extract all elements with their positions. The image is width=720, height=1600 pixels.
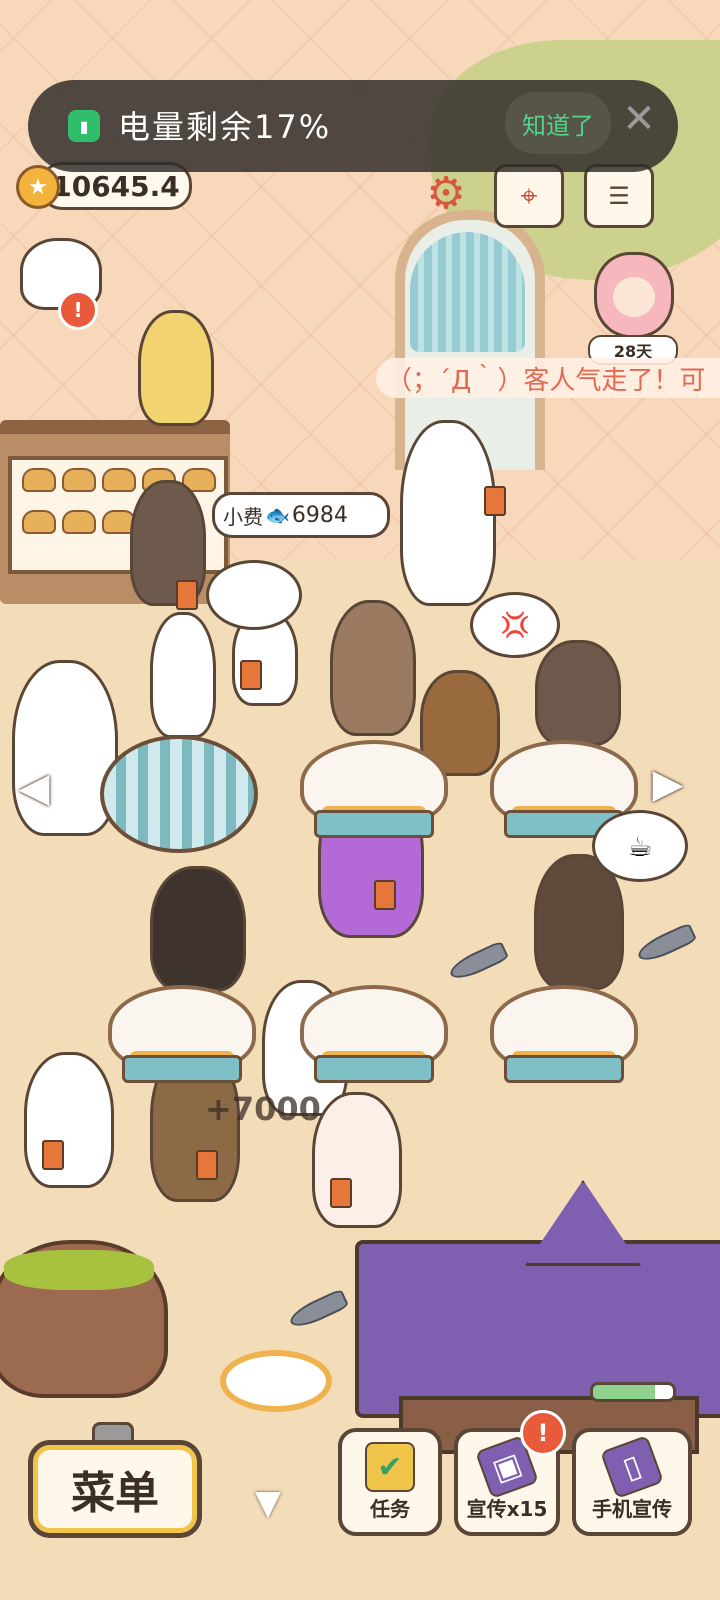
empty-plate[interactable] bbox=[220, 1350, 332, 1412]
cafe-table[interactable] bbox=[108, 985, 256, 1083]
badger-customer[interactable] bbox=[400, 420, 496, 606]
customer-phone-card bbox=[196, 1150, 218, 1180]
scroll-left-arrow-icon[interactable]: ◀ bbox=[18, 760, 50, 816]
pastry bbox=[62, 510, 96, 534]
tip-bubble[interactable]: 小费 🐟 6984 bbox=[212, 492, 390, 538]
fish-icon: 🐟 bbox=[265, 503, 290, 527]
helper-girl-avatar[interactable] bbox=[594, 252, 674, 338]
cafe-scene[interactable]: ! 💢 ☕ bbox=[0, 0, 720, 1600]
menu-button-label: 菜单 bbox=[71, 1468, 159, 1519]
phone-promo-progress-bar bbox=[590, 1382, 676, 1402]
order-bubble-pizza[interactable] bbox=[206, 560, 302, 630]
close-icon[interactable]: ✕ bbox=[612, 92, 666, 146]
goose-customer[interactable] bbox=[150, 612, 216, 738]
order-bubble-coffee[interactable]: ☕ bbox=[592, 810, 688, 882]
customer-phone-card bbox=[484, 486, 506, 516]
customer-phone-card bbox=[176, 580, 198, 610]
tip-label: 小费 bbox=[223, 504, 263, 529]
hedgehog-customer[interactable] bbox=[535, 640, 621, 746]
promo-button-label: 宣传x15 bbox=[466, 1497, 548, 1521]
settings-gear-icon[interactable]: ⚙ bbox=[414, 164, 478, 222]
collapse-chevron-icon[interactable]: ▼ bbox=[240, 1483, 296, 1523]
customer-phone-card bbox=[330, 1178, 352, 1208]
tip-value: 6984 bbox=[291, 502, 348, 528]
cafe-table[interactable] bbox=[490, 985, 638, 1083]
papillon-customer[interactable] bbox=[24, 1052, 114, 1188]
striped-round-table[interactable] bbox=[100, 735, 258, 853]
pastry bbox=[62, 468, 96, 492]
sort-icon[interactable]: ☰ bbox=[584, 164, 654, 228]
dog-customer[interactable] bbox=[330, 600, 416, 736]
customer-phone-card bbox=[374, 880, 396, 910]
notification-confirm-button[interactable]: 知道了 bbox=[505, 92, 611, 154]
event-ticker: （；´Д｀）客人气走了！可 bbox=[376, 358, 720, 398]
cafe-table[interactable] bbox=[300, 740, 448, 838]
star-coin-icon: ★ bbox=[16, 165, 60, 209]
jellyfish-lamp bbox=[410, 232, 525, 352]
fish-currency-value: 10645.4 bbox=[52, 169, 180, 203]
battery-icon: ▮ bbox=[68, 110, 100, 142]
battery-notification-text: 电量剩余17% bbox=[118, 108, 332, 146]
angry-bubble: 💢 bbox=[470, 592, 560, 658]
pastry bbox=[102, 468, 136, 492]
checklist-icon: ✔ bbox=[365, 1442, 415, 1492]
scroll-right-arrow-icon[interactable]: ▶ bbox=[652, 756, 684, 812]
menu-button[interactable]: 菜单 bbox=[28, 1440, 202, 1538]
customer-phone-card bbox=[42, 1140, 64, 1170]
pastry bbox=[22, 510, 56, 534]
witch-cauldron[interactable] bbox=[0, 1240, 168, 1398]
promo-alert-badge: ! bbox=[520, 1410, 566, 1456]
floating-income-text: +7000 bbox=[205, 1090, 321, 1128]
phone-promo-button-label: 手机宣传 bbox=[592, 1497, 672, 1521]
shiba-customer[interactable] bbox=[150, 866, 246, 992]
phone-icon: ▯ bbox=[599, 1434, 665, 1500]
tasks-button[interactable]: ✔ 任务 bbox=[338, 1428, 442, 1536]
cafe-table[interactable] bbox=[300, 985, 448, 1083]
event-ticker-text: （；´Д｀）客人气走了！可 bbox=[386, 365, 706, 396]
phone-promo-progress-fill bbox=[593, 1385, 656, 1399]
butler-staff[interactable] bbox=[138, 310, 214, 426]
phone-promo-button[interactable]: ▯ 手机宣传 bbox=[572, 1428, 692, 1536]
cat-alert-badge: ! bbox=[58, 290, 98, 330]
customer-phone-card bbox=[240, 660, 262, 690]
tasks-button-label: 任务 bbox=[370, 1497, 410, 1521]
map-icon[interactable]: ⌖ bbox=[494, 164, 564, 228]
pastry bbox=[22, 468, 56, 492]
mouse-customer[interactable] bbox=[312, 1092, 402, 1228]
